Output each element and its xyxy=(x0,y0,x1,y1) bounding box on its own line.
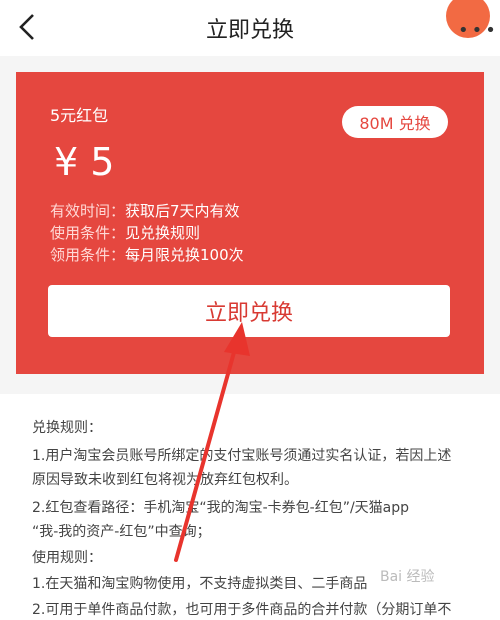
watermark: Bai 经验 xyxy=(380,569,435,585)
annotation-arrow xyxy=(174,322,250,562)
